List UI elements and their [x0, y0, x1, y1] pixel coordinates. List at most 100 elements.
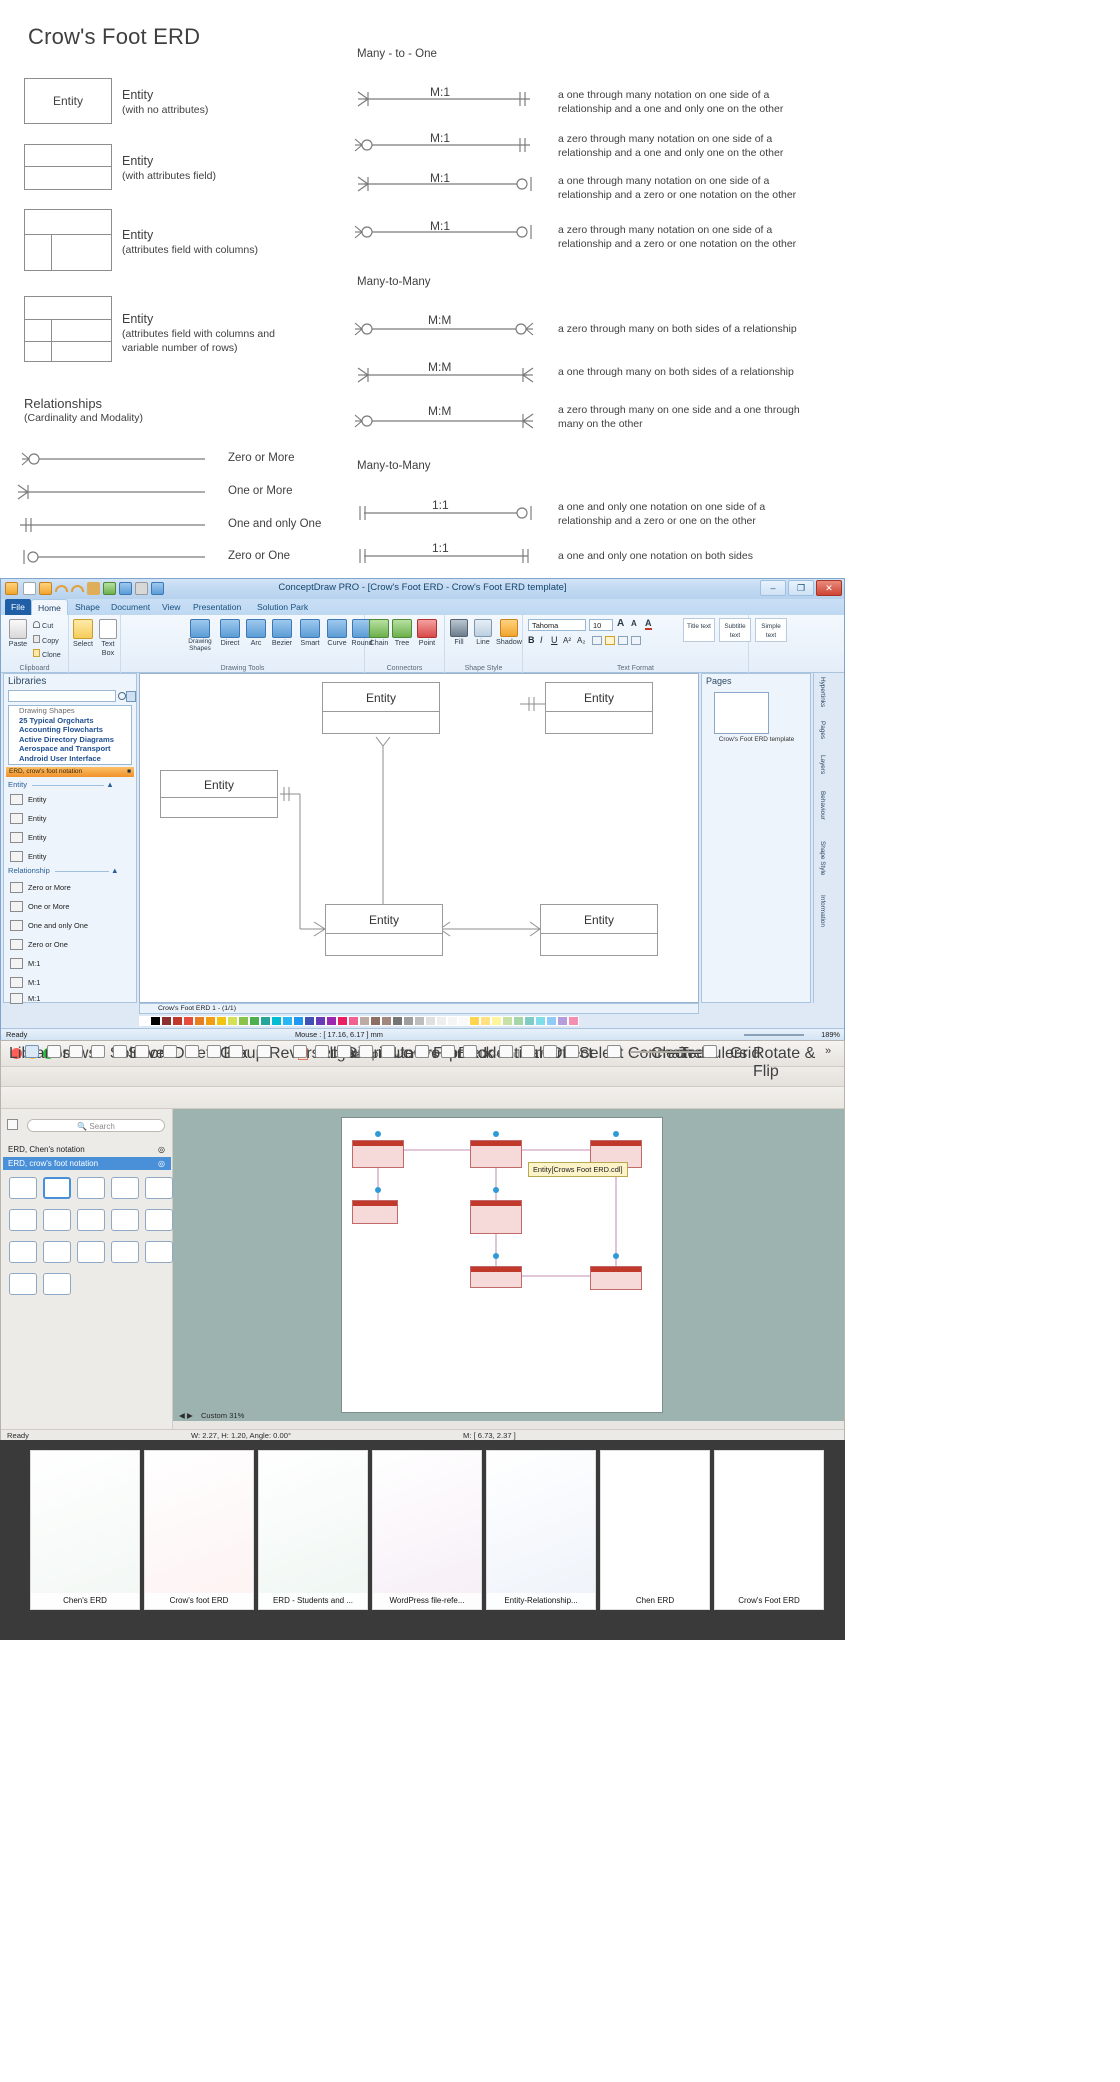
- mac-rect-icon[interactable]: [47, 1045, 61, 1058]
- swatch-0[interactable]: [139, 1016, 150, 1026]
- swatch-38[interactable]: [557, 1016, 568, 1026]
- mac-shape-rel-7[interactable]: [43, 1241, 71, 1263]
- library-shape-rel-4[interactable]: M:1: [8, 955, 134, 974]
- page-thumbnail[interactable]: [714, 692, 769, 734]
- point-button[interactable]: Point: [415, 619, 439, 647]
- mac-shape-rel-0[interactable]: [145, 1177, 173, 1199]
- swatch-21[interactable]: [370, 1016, 381, 1026]
- swatch-3[interactable]: [172, 1016, 183, 1026]
- mac-page[interactable]: Entity[Crows Foot ERD.cdl]: [341, 1117, 663, 1413]
- tab-solution-park[interactable]: Solution Park: [251, 599, 314, 615]
- superscript-icon[interactable]: A²: [563, 636, 571, 645]
- text-style-simple[interactable]: Simple text: [755, 618, 787, 642]
- canvas-entity-1[interactable]: Entity: [545, 682, 653, 734]
- mac-shape-entity-2[interactable]: [77, 1177, 105, 1199]
- fill-button[interactable]: Fill: [448, 619, 470, 646]
- swatch-16[interactable]: [315, 1016, 326, 1026]
- library-group-entity-collapse-icon[interactable]: ▲: [106, 780, 114, 789]
- mac-connector-icon[interactable]: [113, 1045, 127, 1058]
- canvas-entity-4[interactable]: Entity: [540, 904, 658, 956]
- tree-button[interactable]: Tree: [391, 619, 413, 647]
- swatch-31[interactable]: [480, 1016, 491, 1026]
- swatch-28[interactable]: [447, 1016, 458, 1026]
- mac-shape-rel-11[interactable]: [9, 1273, 37, 1295]
- drawing-canvas[interactable]: Entity Entity Entity Entity Entity: [139, 673, 699, 1003]
- mac-zoom-out-icon[interactable]: [607, 1045, 621, 1058]
- swatch-22[interactable]: [381, 1016, 392, 1026]
- rail-layers[interactable]: Layers: [819, 755, 826, 774]
- swatch-12[interactable]: [271, 1016, 282, 1026]
- library-tree-item-1[interactable]: 25 Typical Orgcharts: [9, 716, 131, 726]
- swatch-14[interactable]: [293, 1016, 304, 1026]
- swatch-13[interactable]: [282, 1016, 293, 1026]
- swatch-27[interactable]: [436, 1016, 447, 1026]
- mac-shape-rel-5[interactable]: [145, 1209, 173, 1231]
- mac-person-icon[interactable]: [543, 1045, 557, 1058]
- mac-arc-icon[interactable]: [315, 1045, 329, 1058]
- maximize-button[interactable]: ❐: [788, 580, 814, 596]
- library-shape-rel-2[interactable]: One and only One: [8, 917, 134, 936]
- swatch-18[interactable]: [337, 1016, 348, 1026]
- rail-information[interactable]: Information: [819, 895, 826, 927]
- swatch-36[interactable]: [535, 1016, 546, 1026]
- swatch-17[interactable]: [326, 1016, 337, 1026]
- mac-library-row-chen[interactable]: ERD, Chen's notation ◎: [3, 1143, 171, 1156]
- mac-curve-icon[interactable]: [207, 1045, 221, 1058]
- mac-shape-entity-3[interactable]: [111, 1177, 139, 1199]
- library-group-entity[interactable]: Entity ▲: [8, 780, 132, 789]
- mac-document-area[interactable]: Entity[Crows Foot ERD.cdl]: [173, 1109, 844, 1429]
- mac-zoom-slider[interactable]: [631, 1051, 701, 1053]
- align-left-button[interactable]: [592, 636, 602, 645]
- mac-elbow-icon[interactable]: [163, 1045, 177, 1058]
- select-tool-button[interactable]: Select: [71, 619, 95, 648]
- mac-smartline-icon[interactable]: [381, 1045, 395, 1058]
- swatch-10[interactable]: [249, 1016, 260, 1026]
- tab-presentation[interactable]: Presentation: [187, 599, 247, 615]
- thumbnail-2[interactable]: ERD - Students and ...: [258, 1450, 368, 1610]
- rail-hyperlinks[interactable]: Hypertinks: [819, 677, 826, 707]
- tab-home[interactable]: Home: [31, 599, 68, 615]
- text-style-subtitle[interactable]: Subtitle text: [719, 618, 751, 642]
- toolbar-overflow-button[interactable]: »: [825, 1045, 831, 1057]
- thumbnail-0[interactable]: Chen's ERD: [30, 1450, 140, 1610]
- mac-library-row-crowsfoot-close-icon[interactable]: ◎: [158, 1157, 165, 1170]
- mac-zoom-next-icon[interactable]: ▶: [187, 1411, 193, 1420]
- swatch-37[interactable]: [546, 1016, 557, 1026]
- drawing-shapes-button[interactable]: Drawing Shapes: [185, 619, 215, 652]
- library-shape-rel-0[interactable]: Zero or More: [8, 879, 134, 898]
- mac-ellipse-icon[interactable]: [69, 1045, 83, 1058]
- color-palette[interactable]: [139, 1016, 699, 1026]
- mac-pointer-icon[interactable]: [25, 1045, 39, 1058]
- swatch-26[interactable]: [425, 1016, 436, 1026]
- library-shape-rel-1[interactable]: One or More: [8, 898, 134, 917]
- mac-search-input[interactable]: 🔍 Search: [27, 1119, 165, 1132]
- library-shape-rel-6[interactable]: M:1: [8, 990, 134, 1009]
- library-search-icon[interactable]: [118, 692, 126, 700]
- mac-line-icon[interactable]: [293, 1045, 307, 1058]
- mac-point-icon[interactable]: [135, 1045, 149, 1058]
- library-group-relationship[interactable]: Relationship ▲: [8, 866, 132, 875]
- swatch-1[interactable]: [150, 1016, 161, 1026]
- library-search-input[interactable]: [8, 690, 116, 702]
- shadow-button[interactable]: Shadow: [496, 619, 522, 646]
- text-box-button[interactable]: Text Box: [97, 619, 119, 657]
- canvas-entity-2[interactable]: Entity: [160, 770, 278, 818]
- mac-shape-rel-3[interactable]: [77, 1209, 105, 1231]
- swatch-33[interactable]: [502, 1016, 513, 1026]
- close-button[interactable]: ✕: [816, 580, 842, 596]
- font-size-select[interactable]: 10: [589, 619, 613, 631]
- mac-library-row-crowsfoot[interactable]: ERD, crow's foot notation ◎: [3, 1157, 171, 1170]
- swatch-23[interactable]: [392, 1016, 403, 1026]
- mac-shape-rel-2[interactable]: [43, 1209, 71, 1231]
- mac-branch-icon[interactable]: [185, 1045, 199, 1058]
- library-shape-entity-2[interactable]: Entity: [8, 829, 134, 848]
- library-shape-entity-0[interactable]: Entity: [8, 791, 134, 810]
- library-tree-item-0[interactable]: Drawing Shapes: [9, 706, 131, 716]
- mac-round-icon[interactable]: [229, 1045, 243, 1058]
- swatch-20[interactable]: [359, 1016, 370, 1026]
- mac-library-row-chen-close-icon[interactable]: ◎: [158, 1143, 165, 1156]
- subscript-icon[interactable]: A₂: [577, 636, 585, 645]
- mac-export-icon[interactable]: [257, 1045, 271, 1058]
- cut-button[interactable]: Cut: [33, 621, 67, 630]
- zoom-slider[interactable]: [744, 1034, 804, 1036]
